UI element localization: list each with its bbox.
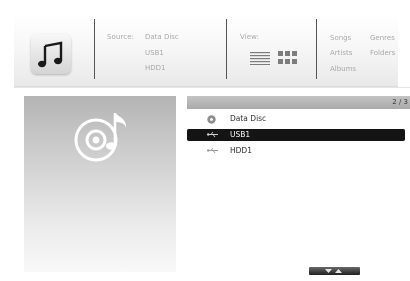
source-option-data-disc[interactable]: Data Disc [145,33,179,41]
list-item-label: USB1 [230,130,251,139]
album-art-panel [24,96,176,272]
category-songs[interactable]: Songs [330,34,351,42]
music-note-icon [38,41,63,68]
category-genres[interactable]: Genres [370,34,395,42]
category-folders[interactable]: Folders [370,49,395,57]
list-item-usb1[interactable]: USB1 [187,129,405,141]
category-artists[interactable]: Artists [330,49,352,57]
header-divider [226,19,227,79]
disc-music-icon [74,113,127,162]
list-item-label: HDD1 [230,146,252,155]
category-albums[interactable]: Albums [330,65,356,73]
usb-icon [207,147,218,154]
header-bar: Source: Data Disc USB1 HDD1 View: Songs … [14,14,398,87]
list-item-hdd1[interactable]: HDD1 [187,145,405,157]
list-view-icon[interactable] [250,52,270,65]
list-header: 2 / 3 [187,96,410,109]
source-option-usb1[interactable]: USB1 [145,49,164,57]
scroll-indicator[interactable] [309,267,360,275]
list-item-data-disc[interactable]: Data Disc [187,113,405,125]
header-divider [316,19,317,79]
music-app-icon [31,34,71,74]
view-label: View: [240,33,260,41]
usb-icon [207,131,218,138]
grid-view-icon[interactable] [278,51,298,65]
source-option-hdd1[interactable]: HDD1 [145,64,166,72]
header-shadow [14,87,410,88]
header-divider [94,19,95,79]
source-label: Source: [107,33,135,41]
scroll-up-down-icon [325,269,342,273]
disc-icon [207,115,216,124]
list-item-label: Data Disc [230,114,267,123]
page-indicator: 2 / 3 [392,98,408,106]
